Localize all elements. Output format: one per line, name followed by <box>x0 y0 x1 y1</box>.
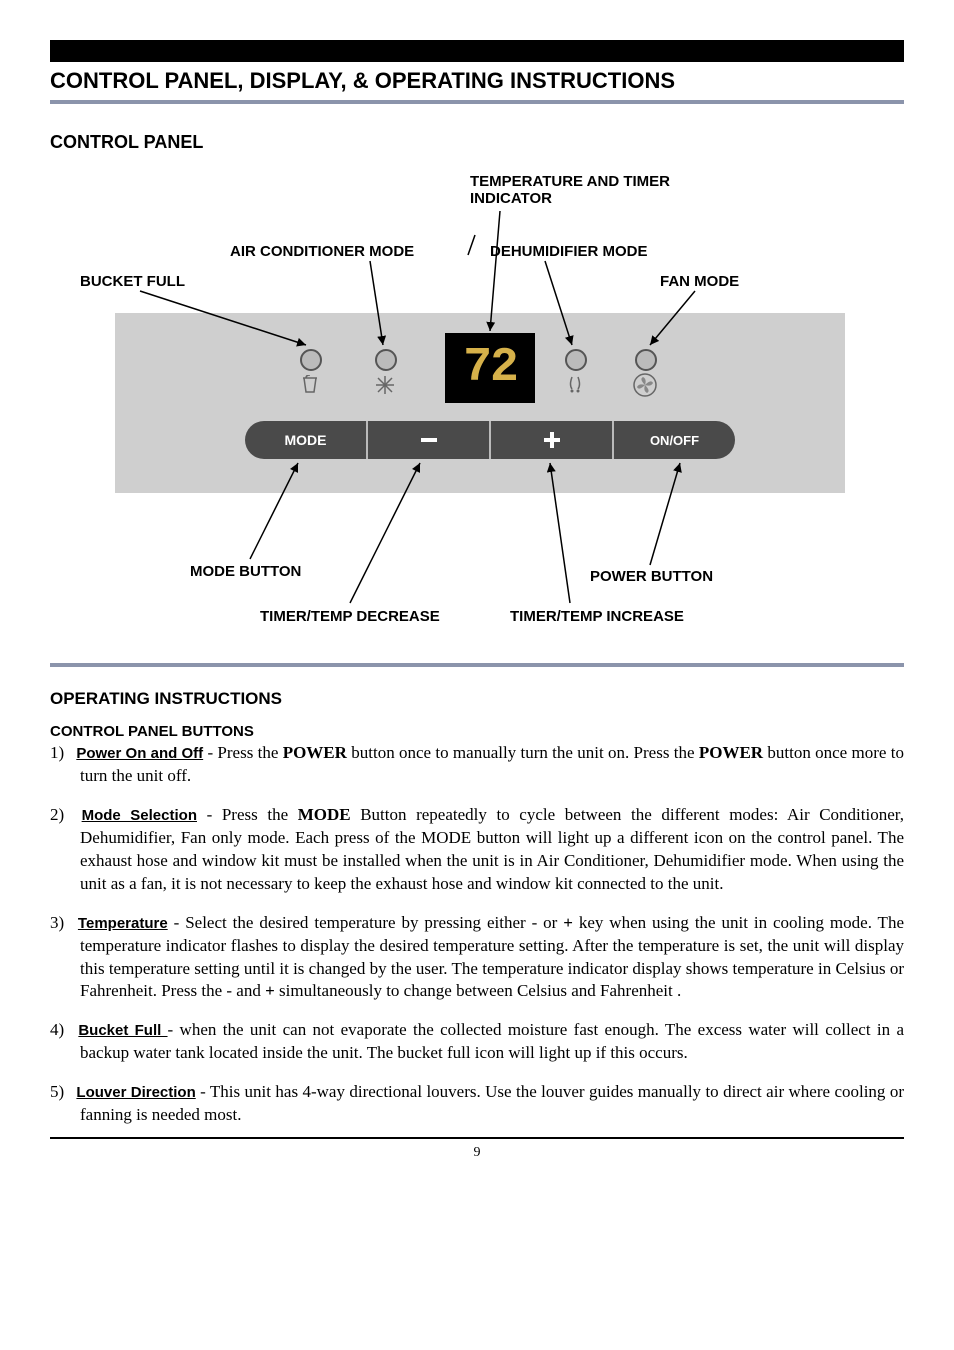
label-temp-timer: TEMPERATURE AND TIMER INDICATOR <box>470 173 700 207</box>
led-ac <box>375 349 397 371</box>
droplet-icon <box>565 375 585 401</box>
list-item: 1) Power On and Off - Press the POWER bu… <box>50 742 904 788</box>
list-item: 3) Temperature - Select the desired temp… <box>50 912 904 1004</box>
item-name: Temperature <box>78 915 168 932</box>
minus-icon <box>419 435 439 445</box>
label-bucket-full: BUCKET FULL <box>80 273 185 290</box>
list-item: 4) Bucket Full - when the unit can not e… <box>50 1019 904 1065</box>
label-mode-button: MODE BUTTON <box>190 563 301 580</box>
decrease-button[interactable] <box>368 421 491 459</box>
button-bar: MODE ON/OFF <box>245 421 735 459</box>
panel-box: 72 MODE <box>115 313 845 493</box>
label-timer-dec: TIMER/TEMP DECREASE <box>260 608 440 625</box>
header-black-bar <box>50 40 904 62</box>
display-screen: 72 <box>445 333 535 403</box>
divider <box>50 663 904 667</box>
control-panel-buttons-heading: CONTROL PANEL BUTTONS <box>50 723 904 740</box>
led-bucket <box>300 349 322 371</box>
list-item: 2) Mode Selection - Press the MODE Butto… <box>50 804 904 896</box>
led-dehum <box>565 349 587 371</box>
display-value: 72 <box>463 341 517 395</box>
item-name: Power On and Off <box>76 745 203 762</box>
label-timer-inc: TIMER/TEMP INCREASE <box>510 608 684 625</box>
onoff-button[interactable]: ON/OFF <box>614 421 735 459</box>
page-container: CONTROL PANEL, DISPLAY, & OPERATING INST… <box>0 0 954 1181</box>
snowflake-icon <box>375 375 395 401</box>
fan-icon <box>633 373 657 403</box>
instruction-list: 1) Power On and Off - Press the POWER bu… <box>50 742 904 1127</box>
control-panel-heading: CONTROL PANEL <box>50 132 904 153</box>
plus-icon <box>542 430 562 450</box>
mode-button[interactable]: MODE <box>245 421 368 459</box>
bucket-icon <box>300 375 320 401</box>
operating-instructions-heading: OPERATING INSTRUCTIONS <box>50 689 904 709</box>
section-title-main: CONTROL PANEL, DISPLAY, & OPERATING INST… <box>50 62 904 104</box>
label-power-button: POWER BUTTON <box>590 568 713 585</box>
label-fan-mode: FAN MODE <box>660 273 739 290</box>
item-name: Mode Selection <box>82 807 197 824</box>
item-name: Louver Direction <box>76 1084 195 1101</box>
led-fan <box>635 349 657 371</box>
label-dehum-mode: DEHUMIDIFIER MODE <box>490 243 648 260</box>
item-name: Bucket Full <box>78 1022 167 1039</box>
list-item: 5) Louver Direction - This unit has 4-wa… <box>50 1081 904 1127</box>
label-ac-mode: AIR CONDITIONER MODE <box>230 243 414 260</box>
diagram-container: TEMPERATURE AND TIMER INDICATOR AIR COND… <box>50 173 904 653</box>
increase-button[interactable] <box>491 421 614 459</box>
page-number: 9 <box>50 1139 904 1161</box>
